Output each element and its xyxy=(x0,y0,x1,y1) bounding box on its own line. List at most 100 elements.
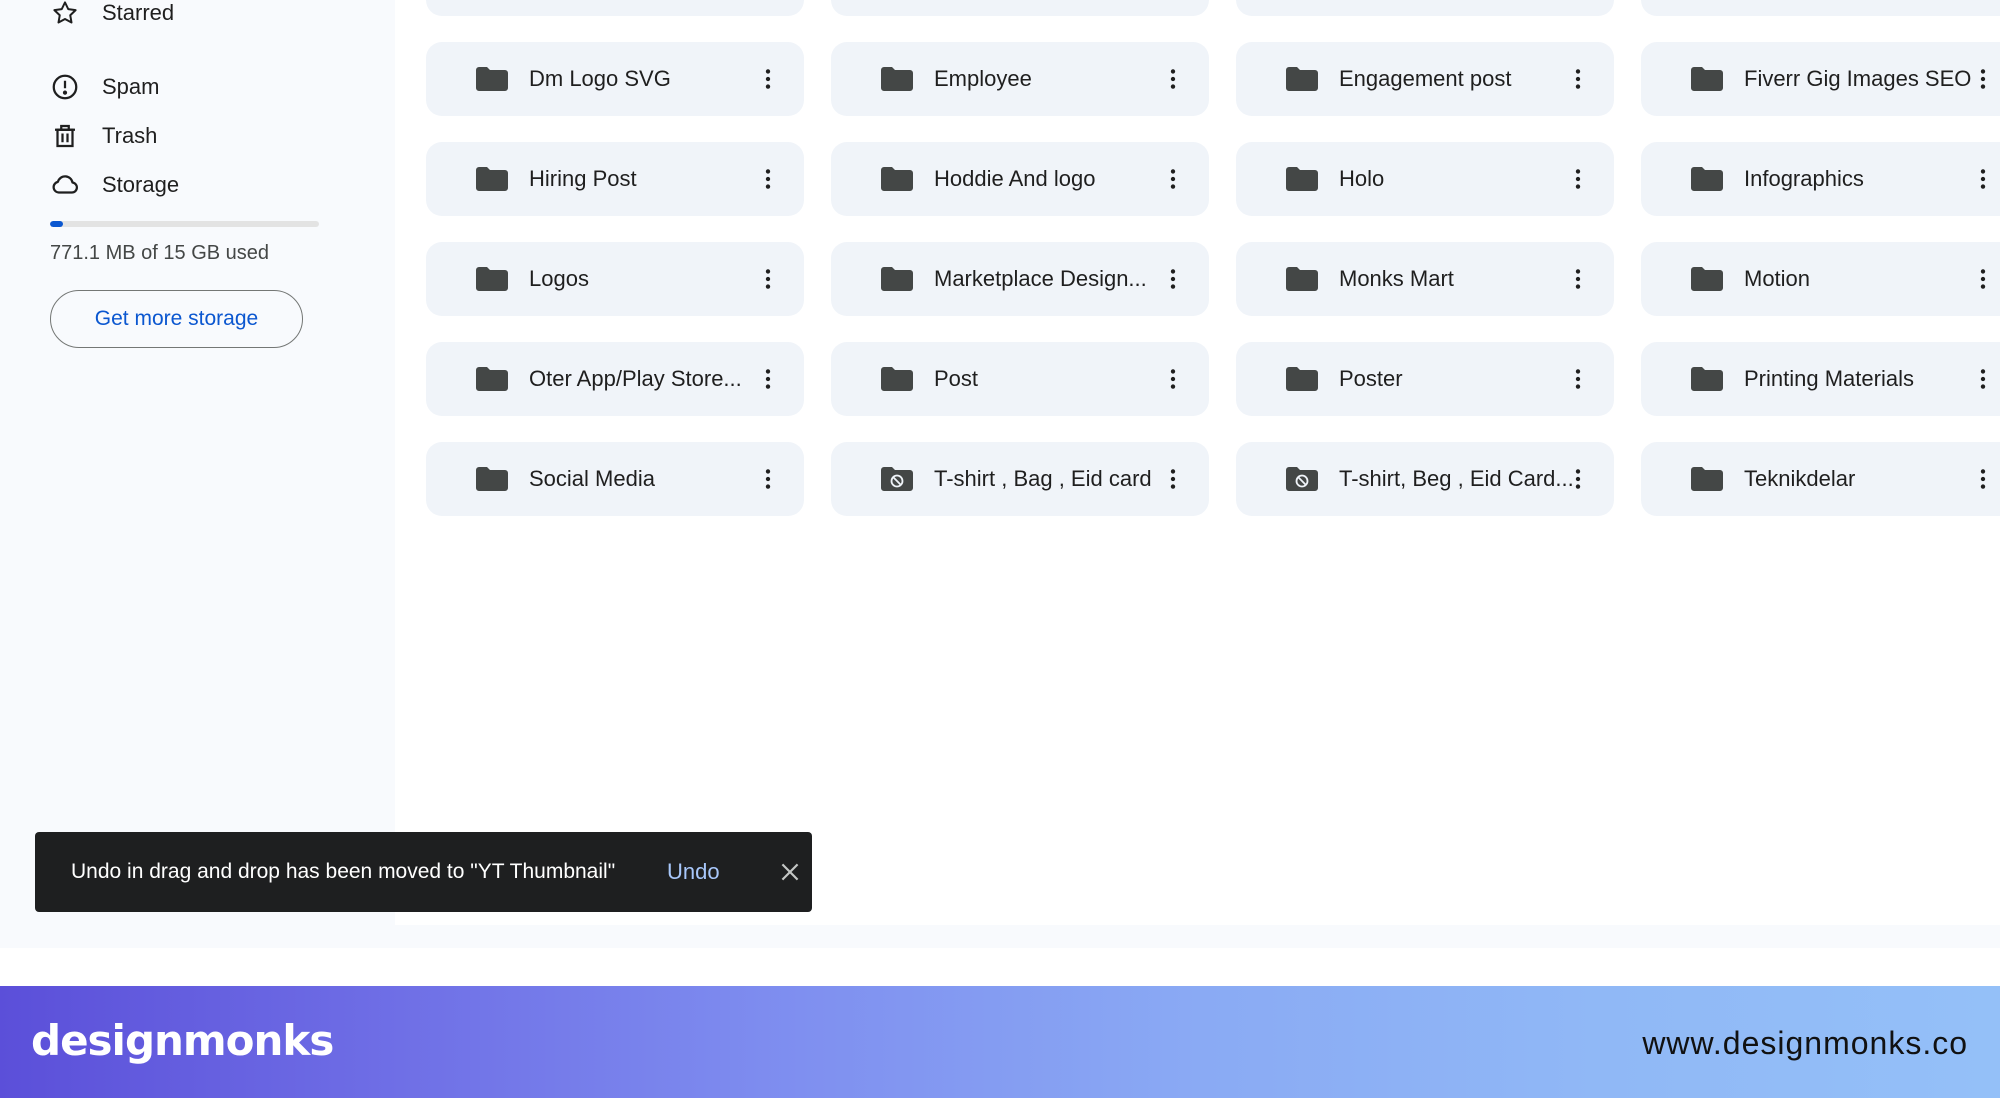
folder-card-partial[interactable] xyxy=(1641,0,2000,16)
more-options-icon[interactable] xyxy=(1969,265,1997,293)
more-options-icon[interactable] xyxy=(754,365,782,393)
more-options-icon[interactable] xyxy=(1159,165,1187,193)
folder-name: Employee xyxy=(934,66,1032,91)
more-options-icon[interactable] xyxy=(1969,365,1997,393)
folder-card[interactable]: Fiverr Gig Images SEO xyxy=(1641,42,2000,116)
folder-card[interactable]: Engagement post xyxy=(1236,42,1614,116)
folder-name: Marketplace Design... xyxy=(934,266,1147,291)
folder-card[interactable]: T-shirt, Beg , Eid Card... xyxy=(1236,442,1614,516)
folder-icon xyxy=(1691,367,1723,391)
folder-card-partial[interactable] xyxy=(831,0,1209,16)
folder-icon xyxy=(1691,467,1723,491)
more-options-icon[interactable] xyxy=(1969,165,1997,193)
more-options-icon[interactable] xyxy=(1969,465,1997,493)
folder-name: Post xyxy=(934,366,979,391)
folder-card[interactable]: Teknikdelar xyxy=(1641,442,2000,516)
folder-name: Poster xyxy=(1339,366,1403,391)
folder-card[interactable]: Hoddie And logo xyxy=(831,142,1209,216)
more-options-icon[interactable] xyxy=(1159,465,1187,493)
folder-card[interactable]: Social Media xyxy=(426,442,804,516)
more-options-icon[interactable] xyxy=(1969,65,1997,93)
folder-name: Holo xyxy=(1339,166,1385,191)
cloud-icon xyxy=(48,168,82,202)
close-icon[interactable] xyxy=(777,859,803,885)
folder-name: Dm Logo SVG xyxy=(529,66,671,91)
brand-url[interactable]: www.designmonks.co xyxy=(1642,1008,1968,1078)
more-options-icon[interactable] xyxy=(1159,65,1187,93)
folder-name: Logos xyxy=(529,266,589,291)
folder-card[interactable]: Motion xyxy=(1641,242,2000,316)
folder-name: T-shirt , Bag , Eid card xyxy=(934,466,1152,491)
folder-name: Teknikdelar xyxy=(1744,466,1856,491)
folder-icon xyxy=(1691,167,1723,191)
folder-icon xyxy=(1286,167,1318,191)
folder-card-partial[interactable] xyxy=(426,0,804,16)
folder-card[interactable]: Printing Materials xyxy=(1641,342,2000,416)
folder-grid-area: Dm Logo SVG Employee Engagement post Fiverr… xyxy=(395,0,2000,925)
toast-message: Undo in drag and drop has been moved to … xyxy=(71,860,616,883)
undo-button[interactable]: Undo xyxy=(667,832,720,912)
folder-card[interactable]: Holo xyxy=(1236,142,1614,216)
folder-card[interactable]: Dm Logo SVG xyxy=(426,42,804,116)
folder-card[interactable]: Oter App/Play Store... xyxy=(426,342,804,416)
folder-name: Hoddie And logo xyxy=(934,166,1096,191)
folder-name: Printing Materials xyxy=(1744,366,1914,391)
folder-name: Fiverr Gig Images SEO xyxy=(1744,66,1972,91)
more-options-icon[interactable] xyxy=(1564,65,1592,93)
shared-folder-icon xyxy=(881,467,913,491)
more-options-icon[interactable] xyxy=(1159,265,1187,293)
folder-card[interactable]: Infographics xyxy=(1641,142,2000,216)
get-more-storage-button[interactable]: Get more storage xyxy=(50,290,303,348)
folder-icon xyxy=(476,367,508,391)
folder-icon xyxy=(476,467,508,491)
folder-card[interactable]: Post xyxy=(831,342,1209,416)
sidebar-item-trash[interactable]: Trash xyxy=(48,116,157,156)
folder-name: Engagement post xyxy=(1339,66,1512,91)
more-options-icon[interactable] xyxy=(754,165,782,193)
folder-icon xyxy=(1691,267,1723,291)
storage-bar xyxy=(50,221,319,227)
more-options-icon[interactable] xyxy=(1564,365,1592,393)
folder-card[interactable]: T-shirt , Bag , Eid card xyxy=(831,442,1209,516)
shared-folder-icon xyxy=(1286,467,1318,491)
brand-banner: designmonks www.designmonks.co xyxy=(0,986,2000,1098)
folder-icon xyxy=(1286,267,1318,291)
folder-card-partial[interactable] xyxy=(1236,0,1614,16)
more-options-icon[interactable] xyxy=(1159,365,1187,393)
trash-icon xyxy=(48,119,82,153)
folder-card[interactable]: Marketplace Design... xyxy=(831,242,1209,316)
folder-card[interactable]: Logos xyxy=(426,242,804,316)
folder-card[interactable]: Poster xyxy=(1236,342,1614,416)
more-options-icon[interactable] xyxy=(754,465,782,493)
more-options-icon[interactable] xyxy=(1564,465,1592,493)
sidebar-item-label: Storage xyxy=(102,172,180,197)
more-options-icon[interactable] xyxy=(1564,165,1592,193)
sidebar-item-spam[interactable]: Spam xyxy=(48,67,159,107)
sidebar-item-label: Trash xyxy=(102,123,158,148)
folder-icon xyxy=(881,167,913,191)
folder-icon xyxy=(476,167,508,191)
more-options-icon[interactable] xyxy=(754,265,782,293)
more-options-icon[interactable] xyxy=(1564,265,1592,293)
folder-icon xyxy=(476,67,508,91)
star-icon xyxy=(48,0,82,30)
spam-icon xyxy=(48,70,82,104)
sidebar-item-starred[interactable]: Starred xyxy=(48,0,174,33)
folder-icon xyxy=(476,267,508,291)
folder-name: Infographics xyxy=(1744,166,1864,191)
folder-card[interactable]: Monks Mart xyxy=(1236,242,1614,316)
folder-card[interactable]: Employee xyxy=(831,42,1209,116)
folder-card[interactable]: Hiring Post xyxy=(426,142,804,216)
sidebar-item-label: Starred xyxy=(102,0,175,25)
folder-name: Hiring Post xyxy=(529,166,637,191)
sidebar: Starred Spam Trash Storage 771.1 MB of 1… xyxy=(0,0,395,948)
brand-logo: designmonks xyxy=(31,1016,334,1065)
sidebar-item-label: Spam xyxy=(102,74,160,99)
folder-name: Social Media xyxy=(529,466,655,491)
sidebar-item-storage[interactable]: Storage xyxy=(48,165,179,205)
folder-icon xyxy=(1286,67,1318,91)
folder-name: Monks Mart xyxy=(1339,266,1454,291)
folder-name: T-shirt, Beg , Eid Card... xyxy=(1339,466,1574,491)
more-options-icon[interactable] xyxy=(754,65,782,93)
folder-icon xyxy=(881,67,913,91)
